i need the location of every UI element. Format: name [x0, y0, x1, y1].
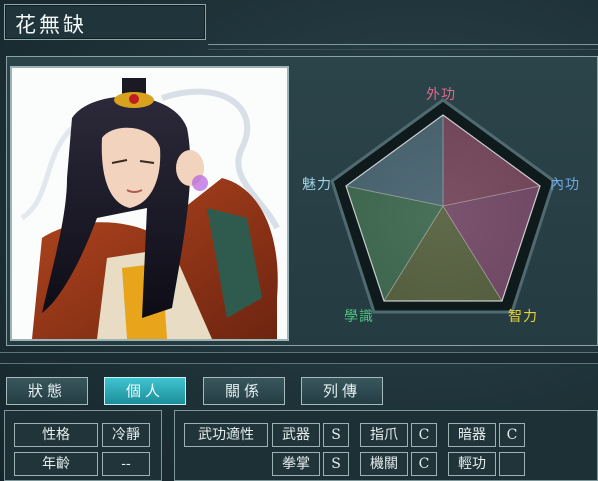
attribute-radar: 外功 內功 智力 學識 魅力 — [296, 60, 596, 342]
skill-grade-mechanism: C — [411, 452, 437, 476]
skill-name-mechanism: 機關 — [360, 452, 408, 476]
tab-status[interactable]: 狀態 — [6, 377, 88, 405]
header-divider — [208, 44, 598, 50]
age-label: 年齡 — [14, 452, 98, 476]
section-divider — [0, 352, 598, 364]
skill-grade-lightness — [499, 452, 525, 476]
character-name-box: 花無缺 — [4, 4, 206, 40]
stat-label-neigong: 內功 — [550, 177, 580, 193]
tab-personal[interactable]: 個人 — [104, 377, 186, 405]
tab-biography[interactable]: 列傳 — [301, 377, 383, 405]
personality-label: 性格 — [14, 423, 98, 447]
stat-label-waigong: 外功 — [426, 87, 456, 103]
skill-name-lightness: 輕功 — [448, 452, 496, 476]
personality-value: 冷靜 — [102, 423, 150, 447]
martial-aptitude-header: 武功適性 — [184, 423, 268, 447]
character-name: 花無缺 — [15, 13, 87, 37]
skill-name-weapon: 武器 — [272, 423, 320, 447]
skill-grade-weapon: S — [323, 423, 349, 447]
stat-label-meili: 魅力 — [302, 177, 332, 193]
skill-grade-claw: C — [411, 423, 437, 447]
skill-name-hidden-weapon: 暗器 — [448, 423, 496, 447]
age-value: -- — [102, 452, 150, 476]
skill-name-fist: 拳掌 — [272, 452, 320, 476]
stat-label-zhili: 智力 — [508, 309, 538, 325]
skill-name-claw: 指爪 — [360, 423, 408, 447]
tab-relations[interactable]: 關係 — [203, 377, 285, 405]
portrait-illustration — [12, 68, 287, 339]
stat-label-xueshi: 學識 — [344, 309, 374, 325]
skill-grade-hidden-weapon: C — [499, 423, 525, 447]
skill-grade-fist: S — [323, 452, 349, 476]
character-portrait — [10, 66, 289, 341]
